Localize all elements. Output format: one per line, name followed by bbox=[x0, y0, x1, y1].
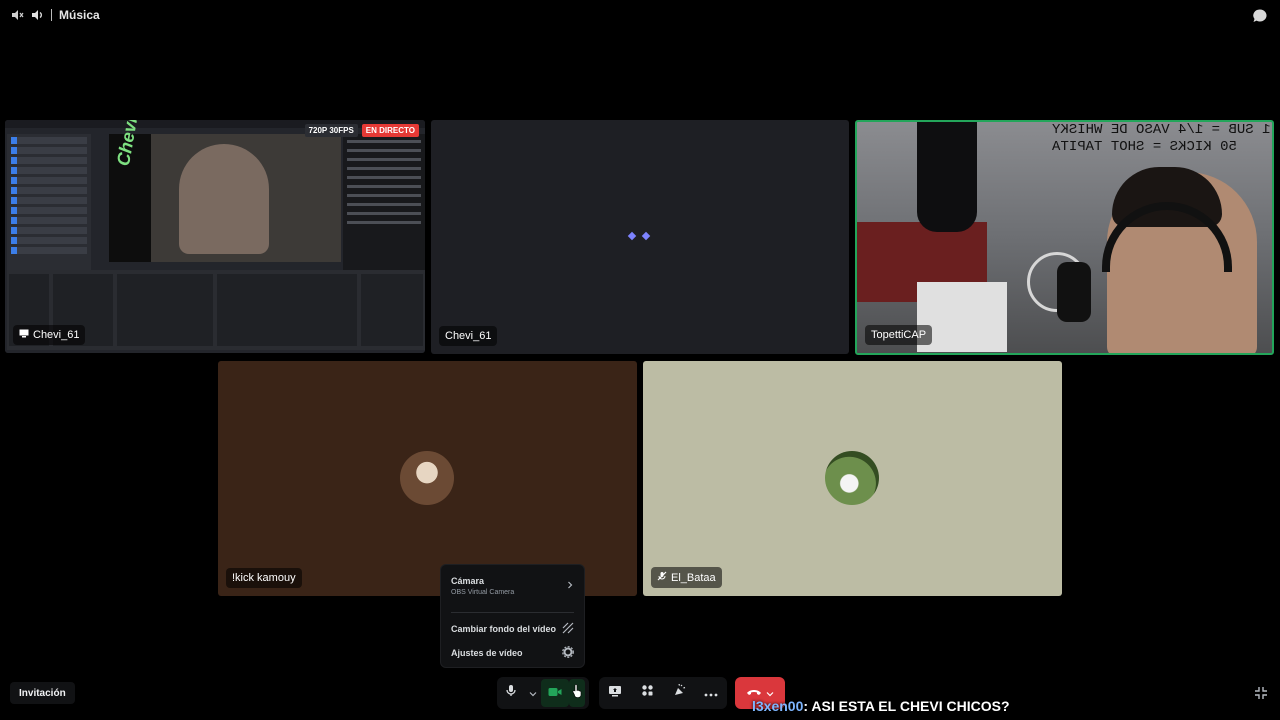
exit-fullscreen-icon[interactable] bbox=[1254, 686, 1268, 700]
name-tag: TopettiCAP bbox=[865, 325, 933, 345]
menu-item-video-settings[interactable]: Ajustes de vídeo bbox=[451, 646, 574, 660]
avatar bbox=[825, 451, 879, 505]
name-tag: !kick kamouy bbox=[226, 568, 302, 588]
tile-el-bataa[interactable]: El_Bataa bbox=[643, 361, 1062, 596]
camera-feed bbox=[857, 122, 1272, 353]
call-actions bbox=[599, 677, 727, 709]
more-options-button[interactable] bbox=[697, 679, 725, 707]
gear-icon bbox=[562, 646, 574, 660]
resolution-badge: 720P 30FPS bbox=[304, 124, 358, 137]
invite-button[interactable]: Invitación bbox=[10, 682, 75, 704]
ellipsis-icon bbox=[704, 684, 718, 702]
name-tag: Chevi_61 bbox=[439, 326, 498, 346]
channel-header: Música bbox=[10, 8, 100, 22]
menu-item-camera[interactable]: Cámara OBS Virtual Camera bbox=[451, 576, 574, 596]
stream-preview: Chevi.61 bbox=[109, 120, 341, 262]
audio-video-controls bbox=[497, 677, 589, 709]
loading-indicator bbox=[627, 231, 651, 241]
speaker-icon bbox=[30, 8, 44, 22]
tile-topetti-camera[interactable]: 1 SUB = 1/4 VASO DE WHISKY 50 KICKS = SH… bbox=[855, 120, 1274, 355]
soundboard-icon bbox=[673, 683, 686, 702]
divider bbox=[51, 9, 52, 21]
channel-name: Música bbox=[59, 8, 100, 22]
cursor-hand-icon bbox=[572, 683, 582, 703]
name-tag: El_Bataa bbox=[651, 567, 722, 588]
chat-message: : ASI ESTA EL CHEVI CHICOS? bbox=[803, 698, 1010, 714]
tile-screen-share[interactable]: Chevi.61 720P 30FPS EN DIRECTO Chevi_61 bbox=[5, 120, 425, 353]
camera-button[interactable] bbox=[541, 679, 569, 707]
screen-share-icon bbox=[608, 684, 622, 702]
stream-chat-overlay: l3xen00: ASI ESTA EL CHEVI CHICOS? bbox=[752, 698, 1010, 714]
background-effect-icon bbox=[562, 622, 574, 636]
activities-button[interactable] bbox=[633, 679, 661, 707]
video-camera-icon bbox=[548, 684, 562, 702]
share-screen-button[interactable] bbox=[601, 679, 629, 707]
screen-share-icon bbox=[19, 329, 29, 341]
camera-options-button[interactable] bbox=[569, 679, 585, 707]
chevron-right-icon bbox=[566, 581, 574, 591]
live-badge: EN DIRECTO bbox=[361, 124, 419, 137]
tile-chevi-camera[interactable]: Chevi_61 bbox=[431, 120, 849, 354]
stream-overlay-text: 1 SUB = 1/4 VASO DE WHISKY 50 KICKS = SH… bbox=[1051, 122, 1270, 155]
chat-username: l3xen00 bbox=[752, 698, 804, 714]
name-tag: Chevi_61 bbox=[13, 325, 86, 345]
top-bar: Música bbox=[0, 0, 1280, 32]
microphone-icon bbox=[505, 684, 517, 702]
activities-icon bbox=[641, 684, 654, 702]
microphone-button[interactable] bbox=[497, 679, 525, 707]
mic-muted-icon bbox=[657, 571, 667, 584]
divider bbox=[451, 612, 574, 613]
screen-share-content: Chevi.61 720P 30FPS EN DIRECTO bbox=[5, 120, 425, 353]
tile-kamouy[interactable]: !kick kamouy bbox=[218, 361, 637, 596]
camera-options-menu: Cámara OBS Virtual Camera Cambiar fondo … bbox=[440, 564, 585, 668]
chat-bubble-icon[interactable] bbox=[1252, 8, 1268, 24]
speaker-muted-icon[interactable] bbox=[10, 8, 24, 22]
microphone-options-button[interactable] bbox=[525, 679, 541, 707]
avatar bbox=[400, 451, 454, 505]
soundboard-button[interactable] bbox=[665, 679, 693, 707]
chevron-down-icon bbox=[529, 684, 537, 702]
menu-item-change-background[interactable]: Cambiar fondo del vídeo bbox=[451, 622, 574, 636]
